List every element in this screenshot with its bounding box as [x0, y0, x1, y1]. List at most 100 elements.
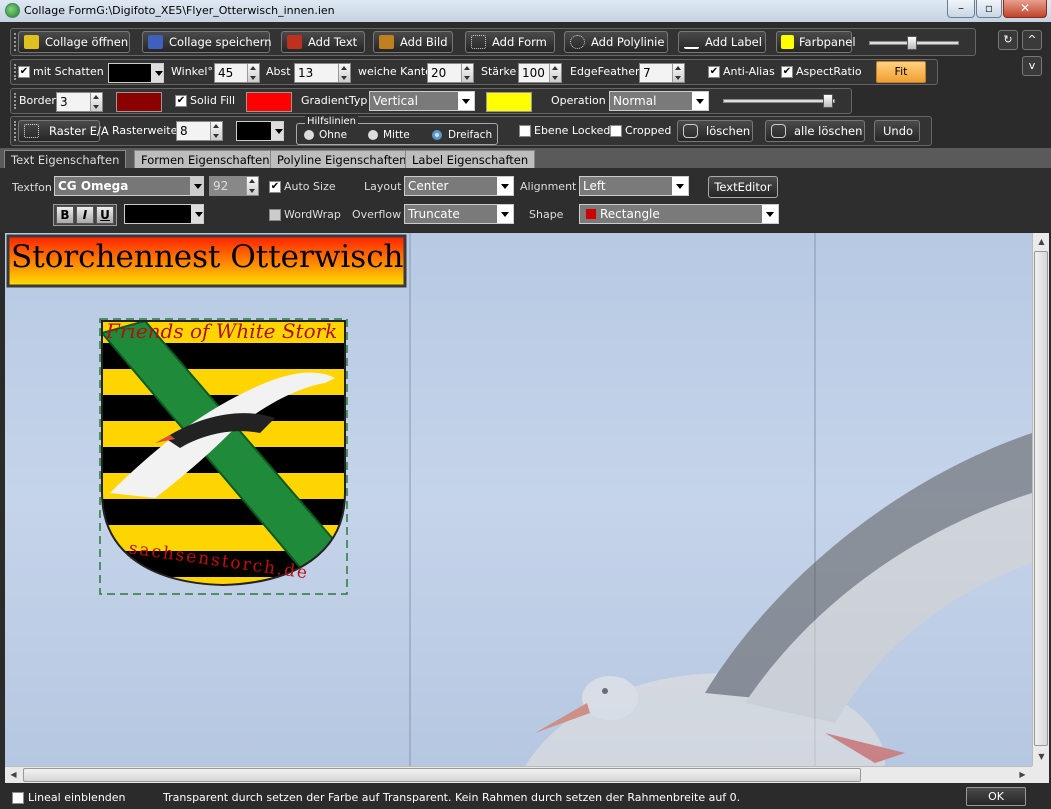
- distance-label: Abst: [266, 65, 291, 78]
- add-text-button[interactable]: Add Text: [281, 31, 365, 53]
- border-spinner[interactable]: 3: [56, 92, 103, 112]
- feather-spinner[interactable]: 7: [639, 63, 685, 83]
- horizontal-scroll-thumb[interactable]: [23, 768, 861, 782]
- opacity-slider-thumb[interactable]: [823, 94, 833, 108]
- text-properties-panel: Textfon CG Omega 92 ✔ Auto Size Layout C…: [0, 168, 1051, 232]
- floppy-disk-icon: [148, 35, 163, 49]
- add-polyline-button[interactable]: Add Polylinie: [564, 31, 668, 53]
- toolbar-grip[interactable]: [14, 121, 17, 141]
- bold-button[interactable]: B: [56, 206, 74, 224]
- guide-triple-radio[interactable]: [432, 130, 442, 140]
- refresh-button[interactable]: ↻: [998, 30, 1018, 50]
- scroll-right-arrow-icon[interactable]: ▶: [1014, 767, 1031, 783]
- shape-combo[interactable]: Rectangle: [579, 204, 779, 224]
- autosize-checkbox[interactable]: ✔: [269, 181, 281, 193]
- ok-button[interactable]: OK: [966, 787, 1026, 806]
- background-photo: [6, 233, 1032, 766]
- close-button[interactable]: ✕: [1003, 0, 1047, 18]
- colorpanel-button[interactable]: Farbpanel: [776, 31, 856, 53]
- maximize-button[interactable]: ▫: [976, 0, 1002, 18]
- grid-toggle-button[interactable]: Raster E/A: [18, 120, 109, 142]
- layout-combo[interactable]: Center: [404, 176, 514, 196]
- operation-combo[interactable]: Normal: [609, 91, 709, 111]
- opacity-slider[interactable]: [723, 99, 835, 103]
- font-size-spinner[interactable]: 92: [209, 176, 259, 196]
- angle-spinner[interactable]: 45: [214, 63, 260, 83]
- text-color-combo[interactable]: [124, 204, 204, 224]
- toolbar-main: Collage öffnen Collage speichern Add Tex…: [10, 28, 976, 56]
- scroll-up-button[interactable]: ^: [1022, 30, 1042, 50]
- ruler-checkbox[interactable]: [12, 792, 24, 804]
- tab-shape-properties[interactable]: Formen Eigenschaften: [134, 150, 277, 168]
- gridwidth-spinner[interactable]: 8: [176, 121, 223, 141]
- vertical-scrollbar[interactable]: ▲ ▼: [1032, 233, 1049, 766]
- wordwrap-checkbox[interactable]: [269, 209, 281, 221]
- solidfill-checkbox[interactable]: ✔: [175, 95, 187, 107]
- shadow-label: mit Schatten: [33, 65, 104, 78]
- texteditor-button[interactable]: TextEditor: [708, 176, 778, 198]
- softedge-spinner[interactable]: 20: [427, 63, 474, 83]
- distance-spinner[interactable]: 13: [294, 63, 351, 83]
- locked-checkbox[interactable]: [519, 125, 531, 137]
- aspectratio-label: AspectRatio: [796, 65, 862, 78]
- add-label-button[interactable]: Add Label: [678, 31, 766, 53]
- fit-button[interactable]: Fit: [876, 61, 926, 83]
- headline-text[interactable]: Storchennest Otterwisch: [11, 239, 404, 275]
- guide-none-radio[interactable]: [304, 130, 314, 140]
- toolbar-grip[interactable]: [14, 33, 17, 51]
- antialias-checkbox[interactable]: ✔: [708, 66, 720, 78]
- scroll-corner: [1032, 766, 1049, 783]
- minimize-button[interactable]: –: [947, 0, 975, 18]
- overflow-label: Overflow: [352, 208, 402, 221]
- toolbar-grip[interactable]: [14, 64, 17, 80]
- add-form-button[interactable]: Add Form: [465, 31, 555, 53]
- undo-button[interactable]: Undo: [874, 120, 920, 142]
- colorpanel-swatch: [781, 35, 794, 49]
- italic-button[interactable]: I: [76, 206, 94, 224]
- grid-color-combo[interactable]: [236, 121, 284, 141]
- add-image-button[interactable]: Add Bild: [373, 31, 453, 53]
- scroll-down-arrow-icon[interactable]: ▼: [1034, 748, 1049, 765]
- tab-text-properties[interactable]: Text Eigenschaften: [4, 150, 127, 168]
- cropped-checkbox[interactable]: [610, 125, 622, 137]
- antialias-label: Anti-Alias: [723, 65, 775, 78]
- folder-open-icon: [24, 35, 39, 49]
- crest-top-text: Friends of White Stork: [106, 319, 338, 343]
- shadow-checkbox[interactable]: ✔: [18, 66, 30, 78]
- horizontal-scrollbar[interactable]: ◀ ▶: [5, 766, 1032, 783]
- collage-canvas[interactable]: Storchennest Otterwisch Friends of White…: [5, 233, 1032, 766]
- fill-color-swatch[interactable]: [246, 92, 292, 112]
- status-message: Transparent durch setzen der Farbe auf T…: [163, 791, 741, 804]
- guides-group: Hilfslinien Ohne Mitte Dreifach: [296, 116, 498, 145]
- tab-label-properties[interactable]: Label Eigenschaften: [405, 150, 536, 168]
- alignment-combo[interactable]: Left: [579, 176, 689, 196]
- scroll-up-arrow-icon[interactable]: ▲: [1034, 233, 1049, 250]
- guide-middle-radio[interactable]: [368, 130, 378, 140]
- gradient-combo[interactable]: Vertical: [369, 91, 475, 111]
- gradient-color-swatch[interactable]: [486, 92, 532, 112]
- toolbar-shadow: ✔ mit Schatten Winkel° 45 Abst 13 weiche…: [10, 59, 938, 85]
- tab-polyline-properties[interactable]: Polyline Eigenschaften: [270, 150, 414, 168]
- delete-all-button[interactable]: alle löschen: [765, 120, 865, 142]
- border-color-swatch[interactable]: [116, 92, 162, 112]
- feather-label: EdgeFeather: [570, 65, 640, 78]
- underline-button[interactable]: U: [96, 206, 114, 224]
- delete-button[interactable]: löschen: [677, 120, 753, 142]
- scroll-left-arrow-icon[interactable]: ◀: [5, 767, 22, 783]
- font-combo[interactable]: CG Omega: [54, 176, 204, 196]
- overflow-combo[interactable]: Truncate: [404, 204, 514, 224]
- title-bar: Collage FormG:\Digifoto_XE5\Flyer_Otterw…: [0, 0, 1051, 22]
- strength-spinner[interactable]: 100: [518, 63, 562, 83]
- zoom-slider-thumb[interactable]: [907, 36, 917, 50]
- border-label: Border: [19, 94, 56, 107]
- gridwidth-label: Rasterweite: [112, 124, 178, 137]
- open-collage-button[interactable]: Collage öffnen: [18, 31, 130, 53]
- toolbar-grip[interactable]: [14, 93, 17, 109]
- aspectratio-checkbox[interactable]: ✔: [781, 66, 793, 78]
- vertical-scroll-thumb[interactable]: [1034, 251, 1048, 746]
- font-label: Textfon: [12, 181, 52, 194]
- scroll-down-button[interactable]: v: [1022, 56, 1042, 76]
- shadow-color-combo[interactable]: [108, 63, 164, 83]
- save-collage-button[interactable]: Collage speichern: [142, 31, 272, 53]
- grid-icon: [24, 124, 39, 138]
